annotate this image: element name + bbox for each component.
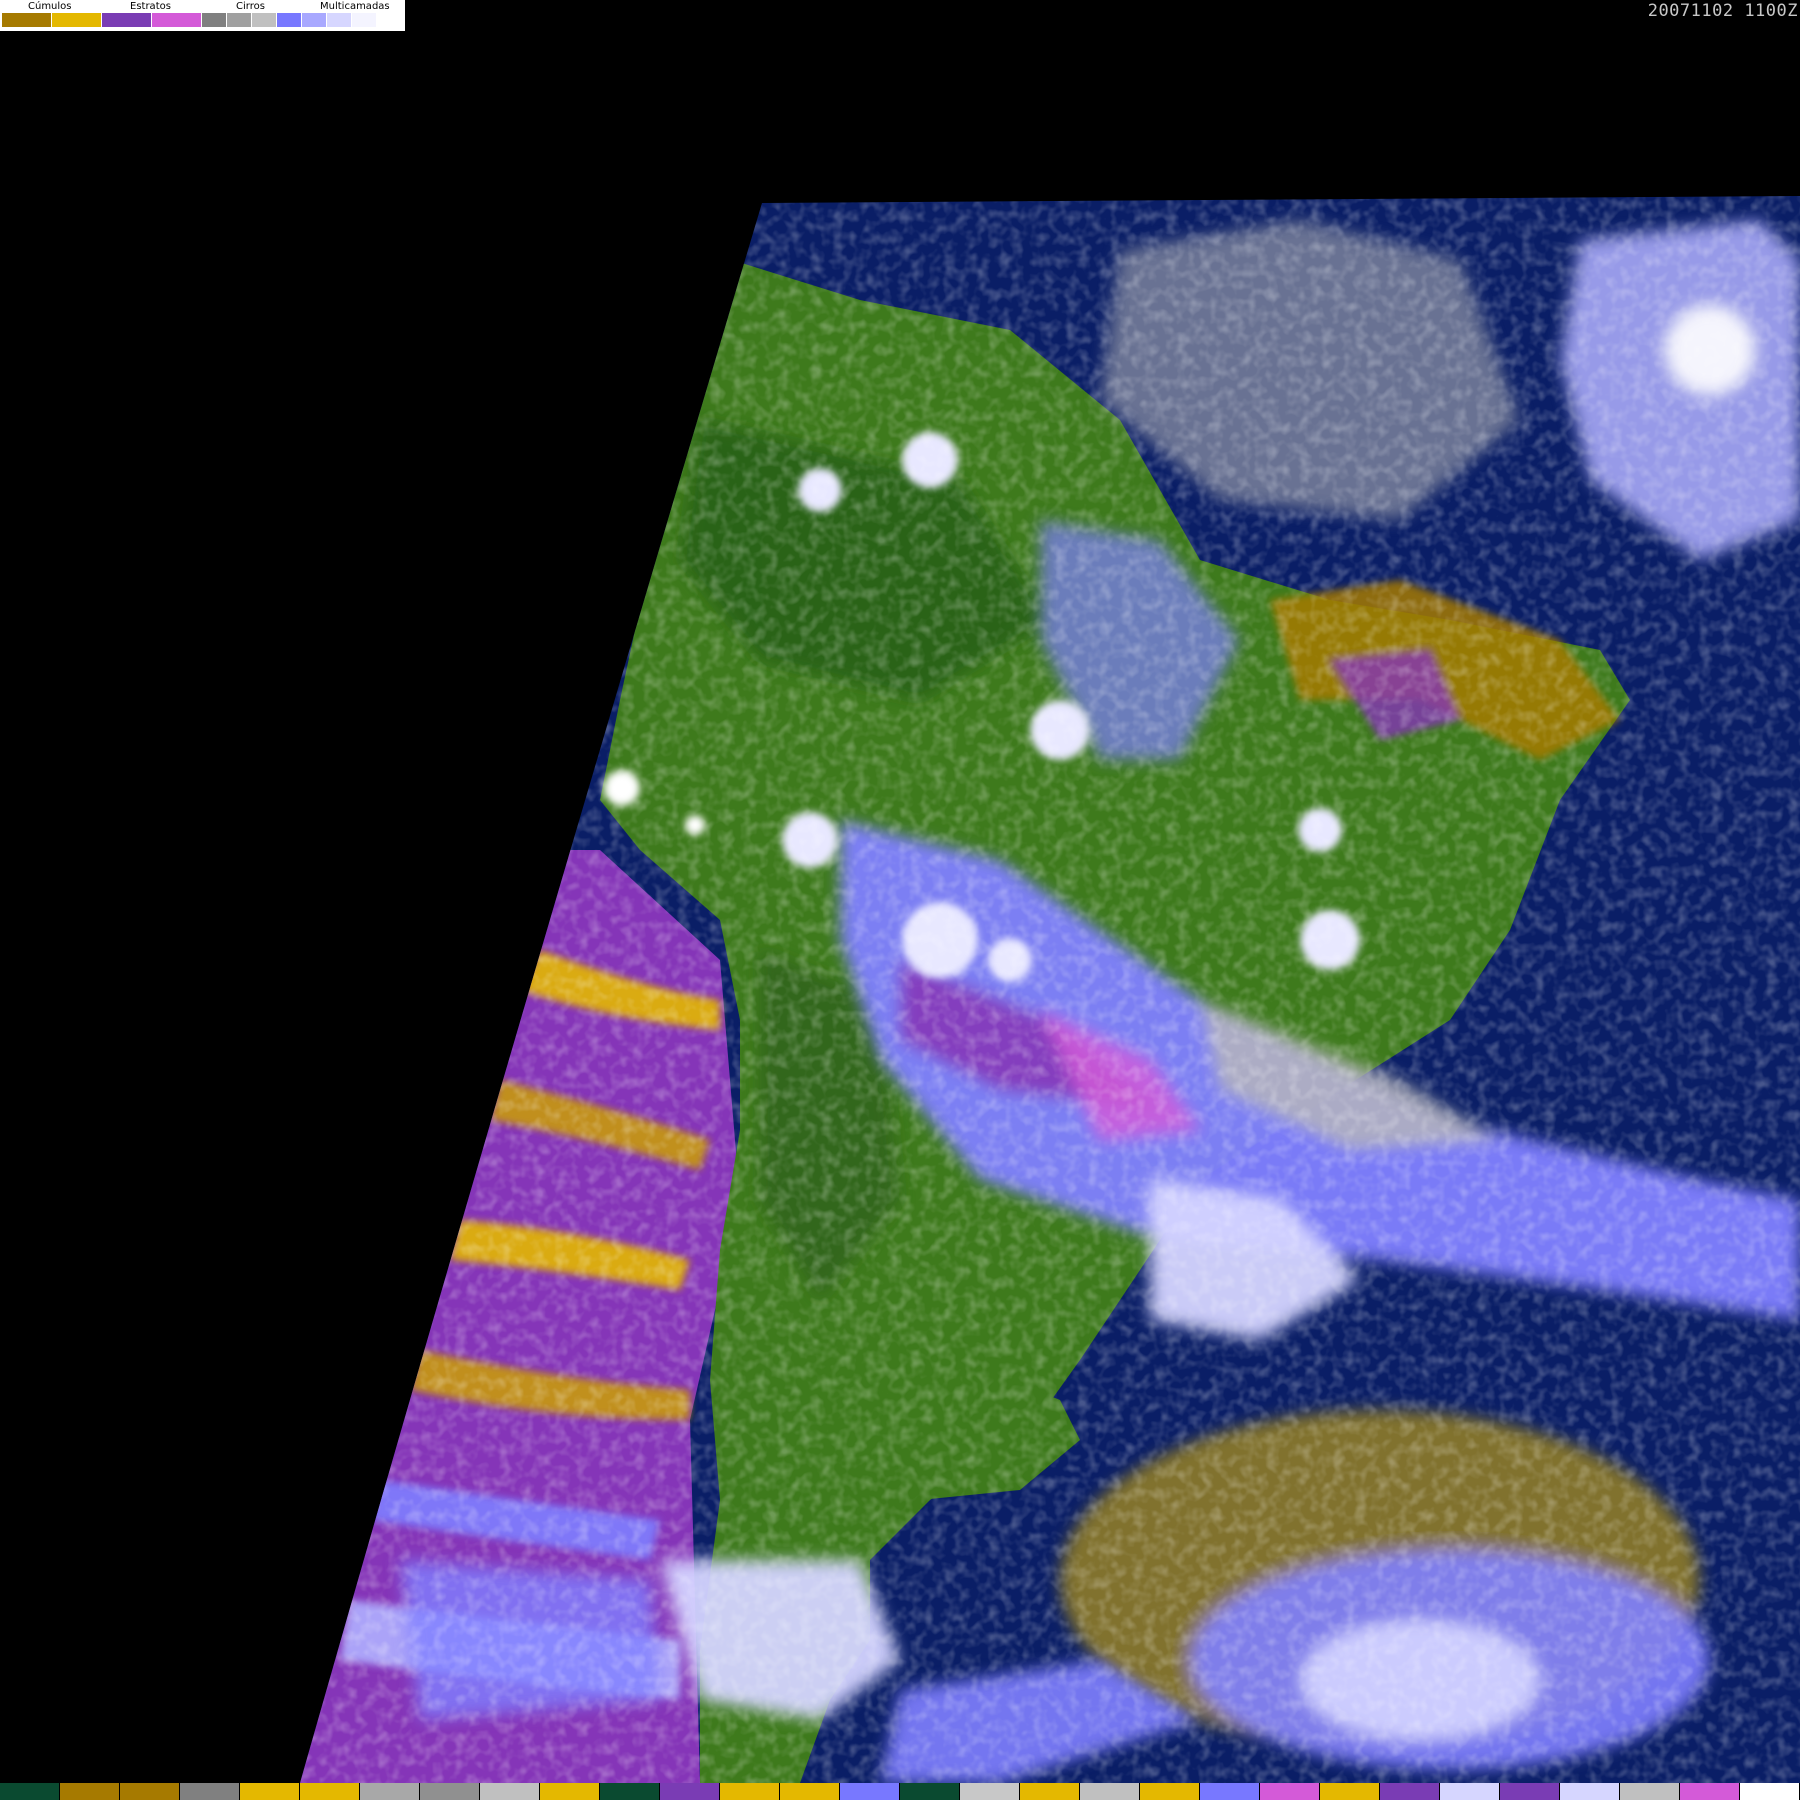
strip-color-block bbox=[1500, 1783, 1560, 1800]
strip-color-block bbox=[780, 1783, 840, 1800]
strip-color-block bbox=[1080, 1783, 1140, 1800]
legend-swatch bbox=[327, 13, 352, 27]
legend-swatch bbox=[202, 13, 227, 27]
legend-swatch bbox=[277, 13, 302, 27]
strip-color-block bbox=[1620, 1783, 1680, 1800]
strip-color-block bbox=[1560, 1783, 1620, 1800]
legend-swatch bbox=[352, 13, 377, 27]
legend-label-multicamadas: Multicamadas bbox=[320, 1, 390, 12]
strip-color-block bbox=[180, 1783, 240, 1800]
strip-color-block bbox=[480, 1783, 540, 1800]
strip-color-block bbox=[840, 1783, 900, 1800]
legend-swatch bbox=[2, 13, 52, 27]
legend-label-estratos: Estratos bbox=[130, 1, 171, 12]
legend-swatch bbox=[52, 13, 102, 27]
bottom-color-strip bbox=[0, 1783, 1800, 1800]
satellite-cloud-map bbox=[300, 196, 1800, 1783]
strip-color-block bbox=[300, 1783, 360, 1800]
strip-color-block bbox=[240, 1783, 300, 1800]
strip-color-block bbox=[1440, 1783, 1500, 1800]
strip-color-block bbox=[1140, 1783, 1200, 1800]
strip-color-block bbox=[1020, 1783, 1080, 1800]
strip-color-block bbox=[540, 1783, 600, 1800]
strip-color-block bbox=[360, 1783, 420, 1800]
strip-color-block bbox=[1740, 1783, 1800, 1800]
legend-swatch bbox=[252, 13, 277, 27]
strip-color-block bbox=[660, 1783, 720, 1800]
legend-label-cirros: Cirros bbox=[236, 1, 265, 12]
strip-color-block bbox=[1680, 1783, 1740, 1800]
legend-swatch-row bbox=[2, 13, 377, 27]
strip-color-block bbox=[960, 1783, 1020, 1800]
strip-color-block bbox=[120, 1783, 180, 1800]
legend-swatch bbox=[227, 13, 252, 27]
strip-color-block bbox=[1320, 1783, 1380, 1800]
legend-swatch bbox=[302, 13, 327, 27]
legend-label-cumulos: Cúmulos bbox=[28, 1, 72, 12]
strip-color-block bbox=[420, 1783, 480, 1800]
legend-swatch bbox=[102, 13, 152, 27]
legend-swatch bbox=[152, 13, 202, 27]
strip-color-block bbox=[60, 1783, 120, 1800]
earth-disk bbox=[300, 196, 1800, 1783]
image-timestamp: 20071102 1100Z bbox=[1647, 1, 1798, 21]
strip-color-block bbox=[900, 1783, 960, 1800]
strip-color-block bbox=[1260, 1783, 1320, 1800]
strip-color-block bbox=[0, 1783, 60, 1800]
cloud-type-legend: Cúmulos Estratos Cirros Multicamadas bbox=[0, 0, 405, 31]
strip-color-block bbox=[600, 1783, 660, 1800]
strip-color-block bbox=[1380, 1783, 1440, 1800]
strip-color-block bbox=[1200, 1783, 1260, 1800]
texture-overlay bbox=[300, 196, 1800, 1783]
strip-color-block bbox=[720, 1783, 780, 1800]
